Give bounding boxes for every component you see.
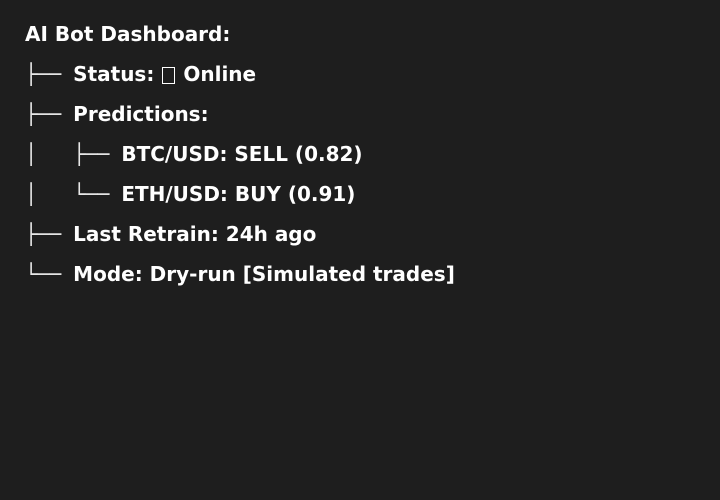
tree-branch: │ ├── (25, 142, 122, 166)
predictions-row: ├── Predictions: (25, 94, 455, 134)
tree-branch: └── (25, 262, 74, 286)
prediction-text: BTC/USD: SELL (0.82) (121, 142, 363, 166)
status-label: Status: (73, 62, 155, 86)
prediction-text: ETH/USD: BUY (0.91) (121, 182, 356, 206)
status-indicator-icon (162, 66, 176, 84)
last-retrain-row: ├── Last Retrain: 24h ago (25, 214, 455, 254)
terminal-screen: AI Bot Dashboard: ├── Status: Online ├──… (0, 0, 720, 500)
predictions-label: Predictions: (73, 102, 209, 126)
tree-branch: │ └── (25, 182, 122, 206)
tree-branch: ├── (25, 102, 74, 126)
mode-text: Mode: Dry-run [Simulated trades] (73, 262, 455, 286)
tree-branch: ├── (25, 62, 74, 86)
last-retrain-text: Last Retrain: 24h ago (73, 222, 317, 246)
prediction-item-btc: │ ├── BTC/USD: SELL (0.82) (25, 134, 455, 174)
prediction-item-eth: │ └── ETH/USD: BUY (0.91) (25, 174, 455, 214)
mode-row: └── Mode: Dry-run [Simulated trades] (25, 254, 455, 294)
dashboard-tree: AI Bot Dashboard: ├── Status: Online ├──… (25, 14, 455, 294)
status-row: ├── Status: Online (25, 54, 455, 94)
status-value: Online (183, 62, 257, 86)
dashboard-title-text: AI Bot Dashboard: (25, 22, 231, 46)
tree-branch: ├── (25, 222, 74, 246)
dashboard-title: AI Bot Dashboard: (25, 14, 455, 54)
